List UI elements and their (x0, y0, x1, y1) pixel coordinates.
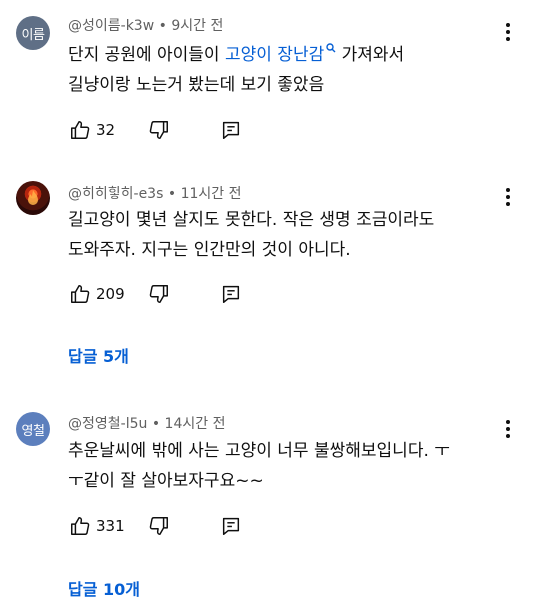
meta-separator: • (147, 416, 165, 432)
comment-text: 추운날씨에 밖에 사는 고양이 너무 불쌍해보입니다. ㅜ ㅜ같이 잘 살아보자… (68, 436, 508, 496)
like-button[interactable] (68, 514, 92, 538)
view-replies-button[interactable]: 답글 10개 (68, 576, 140, 600)
thumbs-up-icon (71, 517, 90, 535)
comment-time: 14시간 전 (164, 416, 226, 432)
like-count: 331 (96, 517, 125, 535)
comment-meta: @정영철-l5u • 14시간 전 (68, 413, 225, 433)
comment-text-line-1: 추운날씨에 밖에 사는 고양이 너무 불쌍해보입니다. ㅜ (68, 441, 450, 461)
author-name[interactable]: @정영철-l5u (68, 416, 147, 432)
comment-3: 영철 @정영철-l5u • 14시간 전 추운날씨에 밖에 사는 고양이 너무 … (0, 0, 536, 615)
dislike-button[interactable] (147, 514, 171, 538)
avatar[interactable]: 영철 (16, 412, 50, 446)
avatar-initials: 영철 (21, 423, 45, 439)
reply-button[interactable] (219, 514, 243, 538)
comment-text-line-2: ㅜ같이 잘 살아보자구요~~ (68, 471, 264, 491)
reply-icon (222, 517, 240, 535)
thumbs-down-icon (149, 517, 168, 535)
comment-actions: 331 (68, 514, 243, 538)
